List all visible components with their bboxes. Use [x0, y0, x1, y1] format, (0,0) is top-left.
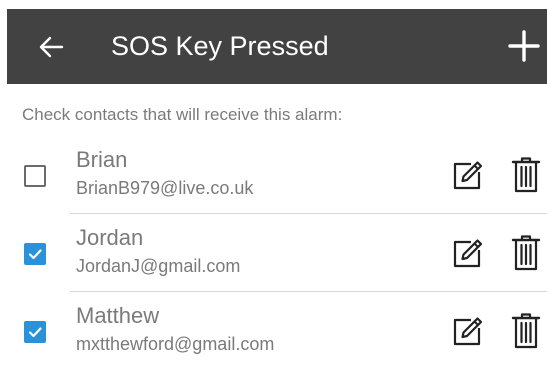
edit-pencil-icon[interactable]: [450, 315, 484, 349]
instruction-text: Check contacts that will receive this al…: [22, 105, 343, 124]
contact-checkbox[interactable]: [24, 165, 46, 187]
contact-email: JordanJ@gmail.com: [76, 256, 241, 276]
row-divider: [70, 213, 547, 214]
back-arrow-icon[interactable]: [35, 31, 67, 63]
edit-pencil-icon[interactable]: [450, 159, 484, 193]
contact-name: Brian: [76, 147, 128, 172]
row-divider: [70, 291, 547, 292]
app-bar: SOS Key Pressed: [7, 9, 547, 84]
contact-row: Jordan JordanJ@gmail.com: [0, 215, 547, 293]
trash-icon[interactable]: [511, 312, 541, 350]
trash-icon[interactable]: [511, 156, 541, 194]
edit-pencil-icon[interactable]: [450, 237, 484, 271]
contact-row: Brian BrianB979@live.co.uk: [0, 137, 547, 215]
contact-checkbox[interactable]: [24, 243, 46, 265]
add-contact-plus-icon[interactable]: [507, 29, 541, 63]
page-title: SOS Key Pressed: [111, 31, 329, 61]
contact-checkbox[interactable]: [24, 321, 46, 343]
checkmark-icon: [28, 249, 42, 260]
checkmark-icon: [28, 327, 42, 338]
trash-icon[interactable]: [511, 234, 541, 272]
contact-name: Matthew: [76, 303, 160, 328]
contact-name: Jordan: [76, 225, 144, 250]
contact-email: BrianB979@live.co.uk: [76, 178, 254, 198]
contact-row: Matthew mxtthewford@gmail.com: [0, 293, 547, 371]
contact-email: mxtthewford@gmail.com: [76, 334, 275, 354]
